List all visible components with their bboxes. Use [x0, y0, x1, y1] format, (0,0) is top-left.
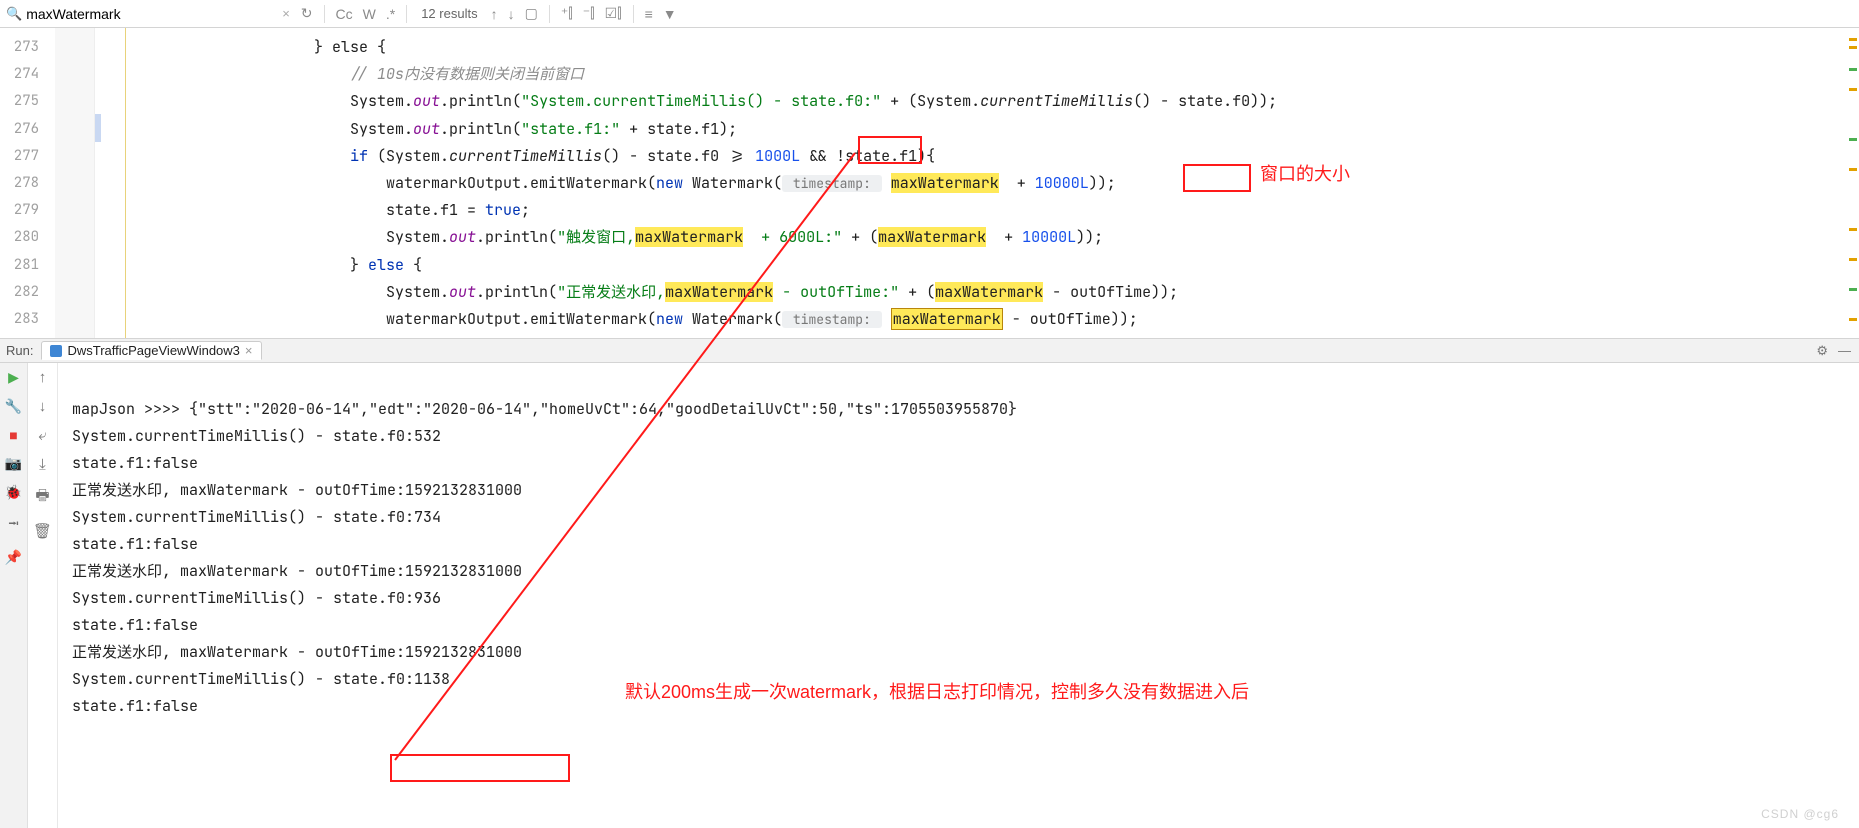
line-number: 283 [0, 306, 55, 333]
console-line: System.currentTimeMillis() - state.f0:73… [72, 507, 441, 527]
console-line: state.f1:false [72, 696, 198, 716]
run-tab-title: DwsTrafficPageViewWindow3 [67, 343, 239, 358]
code-line: System.out.println("state.f1:" + state.f… [260, 116, 1859, 143]
code-editor[interactable]: 273274275276277278279280281282283 } else… [0, 28, 1859, 338]
console-output[interactable]: mapJson >>>> {"stt":"2020-06-14","edt":"… [58, 363, 1859, 828]
code-line: System.out.println("触发窗口,maxWatermark + … [260, 224, 1859, 251]
run-toolbar: Run: DwsTrafficPageViewWindow3× ⚙ — [0, 338, 1859, 363]
find-results: 12 results [421, 6, 477, 21]
filter-icon[interactable]: ▼ [663, 6, 677, 22]
scroll-end-icon[interactable]: ⤓ [39, 456, 46, 473]
line-number: 277 [0, 143, 55, 170]
code-line: } else { [260, 252, 1859, 279]
console-line: 正常发送水印, maxWatermark - outOfTime:1592132… [72, 642, 522, 662]
console-line: System.currentTimeMillis() - state.f0:93… [72, 588, 441, 608]
rerun-icon[interactable]: ▶ [8, 369, 19, 386]
wrench-icon[interactable]: 🔧 [5, 398, 22, 415]
fold-column [95, 28, 260, 338]
code-line: if (System.currentTimeMillis() - state.f… [260, 143, 1859, 170]
console-line: 正常发送水印, maxWatermark - outOfTime:1592132… [72, 561, 522, 581]
console-line: System.currentTimeMillis() - state.f0:53… [72, 426, 441, 446]
line-number: 281 [0, 252, 55, 279]
pin-icon[interactable]: 📌 [5, 549, 22, 566]
console-line: state.f1:false [72, 615, 198, 635]
code-line: System.out.println("正常发送水印,maxWatermark … [260, 279, 1859, 306]
line-gutter: 273274275276277278279280281282283 [0, 28, 55, 338]
code-area[interactable]: } else { // 10s内没有数据则关闭当前窗口 System.out.p… [260, 28, 1859, 338]
line-number: 273 [0, 34, 55, 61]
trash-icon[interactable]: 🗑 [33, 522, 52, 540]
line-number: 279 [0, 197, 55, 224]
up-icon[interactable]: ↑ [39, 369, 47, 386]
stop-icon[interactable]: ■ [9, 427, 17, 443]
next-match-icon[interactable]: ↓ [508, 6, 515, 22]
run-tab[interactable]: DwsTrafficPageViewWindow3 × [41, 341, 261, 360]
clear-icon[interactable]: × [282, 6, 290, 21]
search-icon: 🔍 [6, 6, 22, 22]
find-bar: 🔍 × ↻ Cc W .* 12 results ↑ ↓ ▢ ⁺⫿ ⁻⫿ ☑⫿ … [0, 0, 1859, 28]
console-line: 正常发送水印, maxWatermark - outOfTime:1592132… [72, 480, 522, 500]
console-line: System.currentTimeMillis() - state.f0:11… [72, 669, 450, 689]
words-icon[interactable]: W [363, 6, 376, 22]
run-tool-column: ▶ 🔧 ■ 📷 🐞 ⭲ 📌 [0, 363, 28, 828]
run-label: Run: [6, 343, 33, 358]
line-number: 274 [0, 61, 55, 88]
settings-icon[interactable]: ⚙ [1816, 343, 1828, 359]
line-number: 280 [0, 224, 55, 251]
add-selection-icon[interactable]: ⁺⫿ [561, 5, 573, 22]
code-line: System.out.println("System.currentTimeMi… [260, 88, 1859, 115]
code-line: // 10s内没有数据则关闭当前窗口 [260, 61, 1859, 88]
console-line: state.f1:false [72, 453, 198, 473]
toggle-icon[interactable]: ≡ [645, 6, 653, 22]
exit-icon[interactable]: ⭲ [8, 513, 19, 537]
camera-icon[interactable]: 📷 [5, 455, 22, 472]
line-number: 275 [0, 88, 55, 115]
select-all-icon[interactable]: ▢ [525, 5, 538, 22]
soft-wrap-icon[interactable]: ⤶ [38, 427, 46, 444]
print-icon[interactable]: 🖶 [35, 485, 49, 510]
regex-icon[interactable]: .* [386, 6, 395, 22]
prev-match-icon[interactable]: ↑ [491, 6, 498, 22]
console-line: state.f1:false [72, 534, 198, 554]
remove-selection-icon[interactable]: ⁻⫿ [583, 5, 595, 22]
close-tab-icon[interactable]: × [245, 343, 253, 358]
down-icon[interactable]: ↓ [39, 398, 47, 415]
code-line: watermarkOutput.emitWatermark(new Waterm… [260, 170, 1859, 197]
console-line: mapJson >>>> {"stt":"2020-06-14","edt":"… [72, 399, 1017, 419]
watermark-text: CSDN @cg6 [1761, 807, 1839, 821]
line-number: 276 [0, 116, 55, 143]
match-case-icon[interactable]: Cc [336, 6, 353, 22]
console-tool-column: ↑ ↓ ⤶ ⤓ 🖶 🗑 [28, 363, 58, 828]
select-occurrences-icon[interactable]: ☑⫿ [605, 5, 622, 22]
run-tab-icon [50, 345, 62, 357]
error-stripe[interactable] [1847, 28, 1859, 827]
history-icon[interactable]: ↻ [301, 5, 313, 22]
run-panel: ▶ 🔧 ■ 📷 🐞 ⭲ 📌 ↑ ↓ ⤶ ⤓ 🖶 🗑 mapJson >>>> {… [0, 363, 1859, 828]
code-line: state.f1 = true; [260, 197, 1859, 224]
marker-column [55, 28, 95, 338]
find-input[interactable] [26, 6, 276, 22]
line-number: 282 [0, 279, 55, 306]
code-line: } else { [260, 34, 1859, 61]
line-number: 278 [0, 170, 55, 197]
debug-icon[interactable]: 🐞 [5, 484, 22, 501]
code-line: watermarkOutput.emitWatermark(new Waterm… [260, 306, 1859, 333]
